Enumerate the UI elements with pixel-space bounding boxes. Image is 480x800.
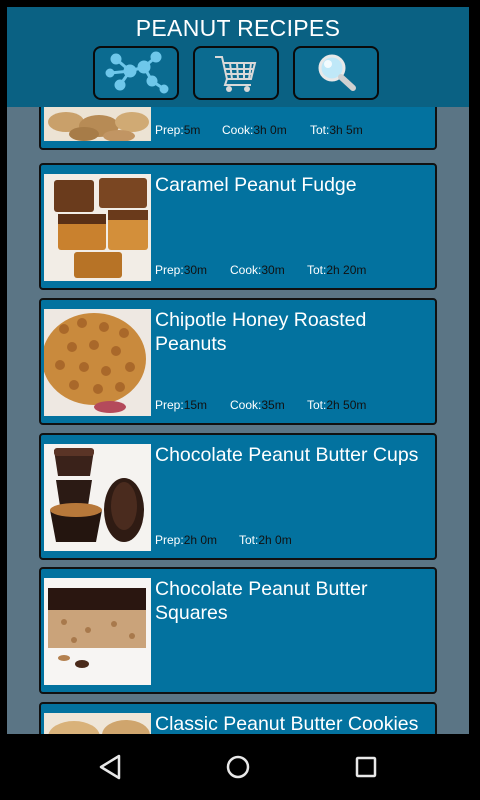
prep-value: 30m bbox=[183, 263, 208, 277]
home-button[interactable] bbox=[221, 750, 255, 784]
recipe-list[interactable]: Prep:5m Cook:3h 0m Tot:3h 5m Caramel Pea… bbox=[39, 107, 437, 734]
molecule-icon bbox=[105, 51, 169, 94]
cook-value: 35m bbox=[261, 398, 285, 412]
recipe-card[interactable]: Classic Peanut Butter Cookies bbox=[39, 702, 437, 734]
recipe-title: Caramel Peanut Fudge bbox=[155, 174, 357, 196]
recipe-title: Chocolate Peanut Butter Squares bbox=[155, 578, 368, 624]
prep-label: Prep: bbox=[155, 263, 184, 277]
tot-label: Tot: bbox=[307, 398, 327, 412]
back-icon bbox=[99, 754, 121, 780]
recipe-card[interactable]: Chocolate Peanut Butter Cups Prep:2h 0m … bbox=[39, 433, 437, 560]
recipe-title: Chipotle Honey Roasted Peanuts bbox=[155, 309, 367, 355]
tot-value: 2h 0m bbox=[258, 533, 292, 547]
prep-value: 15m bbox=[183, 398, 208, 412]
recipe-thumbnail bbox=[44, 309, 151, 416]
prep-value: 2h 0m bbox=[183, 533, 218, 547]
prep-label: Prep: bbox=[155, 123, 184, 137]
cart-icon bbox=[215, 56, 257, 92]
home-icon bbox=[226, 755, 250, 779]
tot-label: Tot: bbox=[307, 263, 327, 277]
recipe-title: Classic Peanut Butter Cookies bbox=[155, 713, 419, 734]
recipe-card[interactable]: Caramel Peanut Fudge Prep:30m Cook:30m T… bbox=[39, 163, 437, 290]
recents-icon bbox=[355, 756, 377, 778]
back-button[interactable] bbox=[93, 750, 127, 784]
recipe-thumbnail bbox=[44, 713, 151, 734]
prep-value: 5m bbox=[183, 123, 201, 137]
recipe-card[interactable]: Chipotle Honey Roasted Peanuts Prep:15m … bbox=[39, 298, 437, 425]
cook-label: Cook: bbox=[230, 263, 262, 277]
categories-button[interactable] bbox=[93, 46, 179, 100]
prep-label: Prep: bbox=[155, 533, 184, 547]
recipe-thumbnail bbox=[44, 107, 151, 141]
search-button[interactable] bbox=[293, 46, 379, 100]
prep-label: Prep: bbox=[155, 398, 184, 412]
recipe-thumbnail bbox=[44, 444, 151, 551]
system-nav-bar bbox=[0, 734, 480, 800]
cook-value: 3h 0m bbox=[253, 123, 287, 137]
magnifier-icon bbox=[318, 54, 356, 91]
tot-label: Tot: bbox=[239, 533, 259, 547]
cook-label: Cook: bbox=[222, 123, 254, 137]
tot-value: 3h 5m bbox=[329, 123, 363, 137]
recipe-card[interactable]: Chocolate Peanut Butter Squares bbox=[39, 567, 437, 694]
recents-button[interactable] bbox=[349, 750, 383, 784]
app-screen: PEANUT RECIPES Prep:5m Cook:3h 0m Tot:3h… bbox=[7, 7, 469, 734]
top-bar: PEANUT RECIPES bbox=[7, 7, 469, 107]
recipe-thumbnail bbox=[44, 174, 151, 281]
shopping-cart-button[interactable] bbox=[193, 46, 279, 100]
recipe-card[interactable]: Prep:5m Cook:3h 0m Tot:3h 5m bbox=[39, 107, 437, 150]
tot-label: Tot: bbox=[310, 123, 330, 137]
recipe-thumbnail bbox=[44, 578, 151, 685]
tot-value: 2h 50m bbox=[326, 398, 367, 412]
cook-label: Cook: bbox=[230, 398, 262, 412]
recipe-title: Chocolate Peanut Butter Cups bbox=[155, 444, 419, 466]
tot-value: 2h 20m bbox=[326, 263, 367, 277]
app-title: PEANUT RECIPES bbox=[135, 15, 341, 41]
cook-value: 30m bbox=[261, 263, 285, 277]
